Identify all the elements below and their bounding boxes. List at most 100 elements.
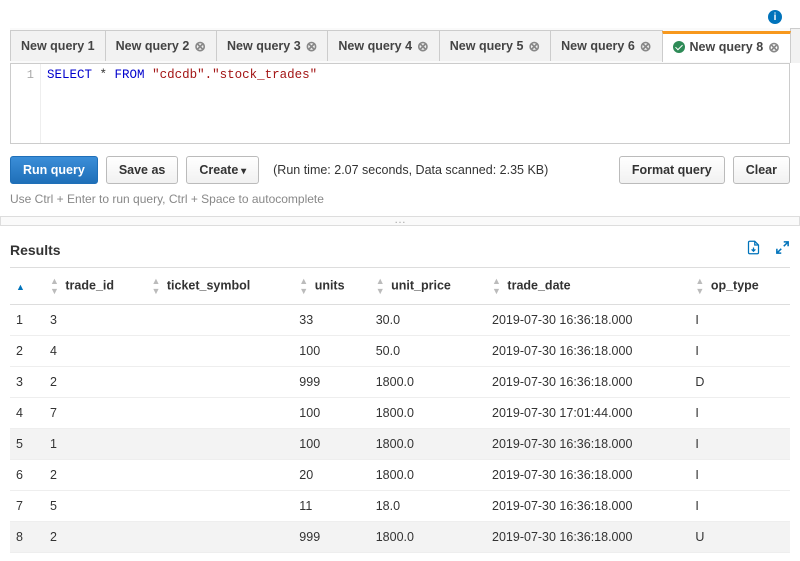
column-trade_id[interactable]: ▲▼ trade_id [44,268,145,305]
run-query-button[interactable]: Run query [10,156,98,184]
cell-op_type: I [689,491,790,522]
table-row[interactable]: 133330.02019-07-30 16:36:18.000I [10,305,790,336]
cell-ticket_symbol [145,429,293,460]
cell-op_type: I [689,460,790,491]
tab-label: New query 8 [690,40,764,54]
column-ticket_symbol[interactable]: ▲▼ ticket_symbol [145,268,293,305]
cell-ticket_symbol [145,305,293,336]
table-row[interactable]: 62 201800.02019-07-30 16:36:18.000I [10,460,790,491]
close-icon[interactable]: ⊗ [417,39,429,53]
sort-icon: ▲▼ [299,276,308,296]
cell-n: 6 [10,460,44,491]
cell-trade_date: 2019-07-30 16:36:18.000 [486,367,689,398]
column-index[interactable]: ▲ [10,268,44,305]
tab-query-6[interactable]: New query 6 ⊗ [550,30,662,61]
tab-query-7[interactable]: New query 8 ⊗ [662,31,791,62]
cell-units: 100 [293,429,369,460]
cell-trade_date: 2019-07-30 16:36:18.000 [486,429,689,460]
cell-units: 100 [293,398,369,429]
table-row[interactable]: 75 1118.02019-07-30 16:36:18.000I [10,491,790,522]
sort-icon: ▲▼ [492,276,501,296]
toolbar: Run query Save as Create (Run time: 2.07… [10,144,790,190]
cell-units: 20 [293,460,369,491]
close-icon[interactable]: ⊗ [528,39,540,53]
cell-unit_price: 50.0 [370,336,486,367]
cell-op_type: U [689,522,790,553]
cell-ticket_symbol [145,460,293,491]
cell-trade_date: 2019-07-30 16:36:18.000 [486,336,689,367]
cell-units: 11 [293,491,369,522]
tab-query-5[interactable]: New query 5 ⊗ [439,30,551,61]
clear-button[interactable]: Clear [733,156,790,184]
close-icon[interactable]: ⊗ [194,39,206,53]
cell-n: 7 [10,491,44,522]
cell-units: 999 [293,367,369,398]
sql-text [145,68,153,82]
pane-divider[interactable] [0,216,800,226]
table-row[interactable]: 511001800.02019-07-30 16:36:18.000I [10,429,790,460]
cell-trade_date: 2019-07-30 16:36:18.000 [486,460,689,491]
sql-keyword: SELECT [47,68,92,82]
results-table: ▲ ▲▼ trade_id▲▼ ticket_symbol▲▼ units▲▼ u… [10,267,790,553]
cell-trade_id: 2 [44,367,145,398]
cell-ticket_symbol [145,367,293,398]
cell-trade_id: 7 [44,398,145,429]
tab-query-3[interactable]: New query 3⊗ [216,30,328,61]
cell-n: 4 [10,398,44,429]
cell-n: 8 [10,522,44,553]
cell-n: 3 [10,367,44,398]
add-tab-button[interactable]: + [790,28,800,63]
column-units[interactable]: ▲▼ units [293,268,369,305]
cell-trade_id: 1 [44,429,145,460]
cell-unit_price: 1800.0 [370,522,486,553]
close-icon[interactable]: ⊗ [768,40,780,54]
table-row[interactable]: 2410050.02019-07-30 16:36:18.000I [10,336,790,367]
cell-op_type: I [689,429,790,460]
sql-text: * [92,68,115,82]
cell-unit_price: 30.0 [370,305,486,336]
column-trade_date[interactable]: ▲▼ trade_date [486,268,689,305]
format-query-button[interactable]: Format query [619,156,725,184]
cell-trade_id: 2 [44,460,145,491]
close-icon[interactable]: ⊗ [640,39,652,53]
sort-icon: ▲▼ [695,276,704,296]
editor-gutter: 1 [11,64,41,143]
info-icon[interactable]: i [768,10,782,24]
column-op_type[interactable]: ▲▼ op_type [689,268,790,305]
cell-unit_price: 18.0 [370,491,486,522]
cell-unit_price: 1800.0 [370,460,486,491]
cell-trade_id: 3 [44,305,145,336]
sort-icon: ▲▼ [151,276,160,296]
cell-op_type: I [689,336,790,367]
download-icon[interactable] [746,240,761,259]
tab-query-1[interactable]: New query 1 [10,30,106,61]
run-info: (Run time: 2.07 seconds, Data scanned: 2… [273,163,548,177]
cell-n: 1 [10,305,44,336]
results-title: Results [10,242,61,258]
create-button[interactable]: Create [186,156,259,184]
cell-trade_date: 2019-07-30 16:36:18.000 [486,491,689,522]
cell-units: 33 [293,305,369,336]
tabs-bar: New query 1New query 2⊗New query 3⊗New q… [10,28,790,64]
cell-op_type: D [689,367,790,398]
close-icon[interactable]: ⊗ [306,39,318,53]
tab-label: New query 5 [450,39,524,53]
sort-icon: ▲ [16,282,25,292]
tab-label: New query 2 [116,39,190,53]
cell-ticket_symbol [145,491,293,522]
cell-trade_id: 2 [44,522,145,553]
cell-n: 2 [10,336,44,367]
table-row[interactable]: 471001800.02019-07-30 17:01:44.000I [10,398,790,429]
tab-query-2[interactable]: New query 2 ⊗ [105,30,217,61]
table-row[interactable]: 829991800.02019-07-30 16:36:18.000U [10,522,790,553]
editor-code[interactable]: SELECT * FROM "cdcdb"."stock_trades" [41,64,323,143]
table-row[interactable]: 329991800.02019-07-30 16:36:18.000D [10,367,790,398]
sql-editor[interactable]: 1 SELECT * FROM "cdcdb"."stock_trades" [10,64,790,144]
cell-trade_id: 5 [44,491,145,522]
save-as-button[interactable]: Save as [106,156,179,184]
sort-icon: ▲▼ [50,276,59,296]
column-unit_price[interactable]: ▲▼ unit_price [370,268,486,305]
tab-query-4[interactable]: New query 4⊗ [327,30,439,61]
tab-label: New query 6 [561,39,635,53]
expand-icon[interactable] [775,240,790,259]
